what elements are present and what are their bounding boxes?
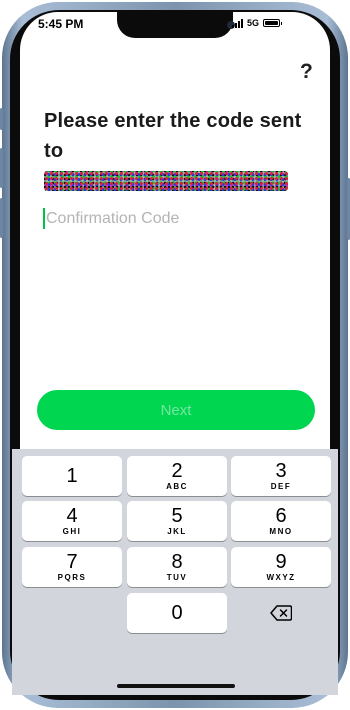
key-3[interactable]: 3 DEF — [231, 456, 331, 496]
key-digit: 2 — [171, 459, 183, 482]
key-digit: 3 — [275, 459, 287, 482]
key-digit: 8 — [171, 550, 183, 573]
numeric-keypad: 1 2 ABC 3 DEF 4 GHI 5 JKL 6 MNO 7 PQRS 8… — [12, 449, 338, 695]
key-2[interactable]: 2 ABC — [127, 456, 227, 496]
key-digit: 6 — [275, 504, 287, 527]
key-8[interactable]: 8 TUV — [127, 547, 227, 587]
status-time: 5:45 PM — [38, 17, 84, 31]
volume-up-button — [0, 148, 3, 188]
backspace-icon — [270, 605, 292, 621]
silent-switch — [0, 108, 3, 130]
key-letters: TUV — [166, 572, 188, 582]
key-4[interactable]: 4 GHI — [22, 501, 122, 541]
backspace-key[interactable] — [231, 593, 331, 633]
key-letters: WXYZ — [266, 572, 296, 582]
notch — [117, 12, 235, 38]
status-indicators: 5G — [232, 17, 283, 29]
key-letters: JKL — [167, 526, 187, 536]
key-6[interactable]: 6 MNO — [231, 501, 331, 541]
page-title: Please enter the code sent to — [44, 110, 302, 162]
key-letters: GHI — [62, 526, 82, 536]
key-9[interactable]: 9 WXYZ — [231, 547, 331, 587]
key-letters: PQRS — [57, 572, 87, 582]
volume-down-button — [0, 198, 3, 238]
battery-icon — [263, 19, 283, 27]
key-letters: DEF — [270, 481, 292, 491]
key-letters: MNO — [269, 526, 293, 536]
key-digit: 9 — [275, 550, 287, 573]
next-button[interactable]: Next — [37, 390, 315, 430]
key-letters: ABC — [166, 481, 188, 491]
key-1[interactable]: 1 — [22, 456, 122, 496]
redacted-phone-number — [44, 171, 288, 191]
home-indicator[interactable] — [117, 684, 235, 688]
key-digit: 1 — [66, 464, 78, 487]
confirmation-code-input[interactable] — [44, 207, 306, 231]
key-digit: 0 — [171, 602, 183, 624]
key-digit: 7 — [66, 550, 78, 573]
key-0[interactable]: 0 — [127, 593, 227, 633]
key-7[interactable]: 7 PQRS — [22, 547, 122, 587]
network-label: 5G — [247, 18, 260, 28]
help-icon[interactable]: ? — [300, 60, 313, 84]
text-caret — [43, 208, 45, 229]
key-5[interactable]: 5 JKL — [127, 501, 227, 541]
key-digit: 4 — [66, 504, 78, 527]
signal-icon — [232, 18, 243, 28]
key-digit: 5 — [171, 504, 183, 527]
